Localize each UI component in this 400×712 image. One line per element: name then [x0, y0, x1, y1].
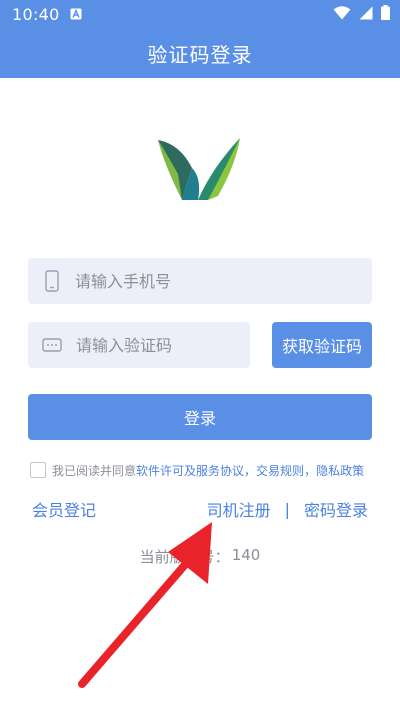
- phone-icon: [42, 270, 61, 292]
- app-logo: [152, 134, 244, 206]
- agreement-separator: ，: [244, 463, 257, 478]
- code-icon: [42, 334, 62, 356]
- get-code-label: 获取验证码: [281, 337, 362, 356]
- right-links: 司机注册 | 密码登录: [207, 497, 368, 521]
- agreement-separator: ，: [304, 463, 317, 478]
- version-label: 当前版本号：: [139, 548, 230, 566]
- login-button[interactable]: 登录: [28, 394, 372, 440]
- link-separator: |: [284, 499, 290, 519]
- member-register-link[interactable]: 会员登记: [32, 498, 96, 520]
- login-label: 登录: [183, 409, 216, 428]
- page-title: 验证码登录: [147, 42, 253, 67]
- version-number: 140: [231, 546, 261, 564]
- service-agreement-link[interactable]: 软件许可及服务协议: [136, 462, 244, 479]
- battery-icon: [381, 4, 390, 24]
- agreement-checkbox[interactable]: [30, 462, 46, 478]
- member-register-label: 会员登记: [32, 501, 97, 520]
- verification-code-field[interactable]: [28, 322, 250, 368]
- verification-code-input[interactable]: [76, 335, 250, 355]
- status-bar: 10:40: [0, 0, 400, 28]
- signal-icon: [359, 5, 373, 24]
- get-code-button[interactable]: 获取验证码: [272, 322, 372, 368]
- password-login-link[interactable]: 密码登录: [304, 497, 368, 521]
- app-bar: 验证码登录: [0, 28, 400, 78]
- version-info: 当前版本号： 140: [0, 546, 400, 567]
- status-time: 10:40: [12, 4, 60, 24]
- trade-rules-link[interactable]: 交易规则: [256, 462, 304, 479]
- driver-register-link[interactable]: 司机注册: [207, 497, 271, 521]
- notification-a-icon: [70, 5, 82, 24]
- agreement-row: 我已阅读并同意 软件许可及服务协议 ， 交易规则 ， 隐私政策: [30, 460, 375, 480]
- phone-field[interactable]: [28, 258, 372, 304]
- wifi-icon: [333, 5, 351, 24]
- phone-input[interactable]: [75, 271, 372, 291]
- agreement-prefix: 我已阅读并同意: [52, 463, 137, 478]
- privacy-policy-link[interactable]: 隐私政策: [316, 462, 364, 479]
